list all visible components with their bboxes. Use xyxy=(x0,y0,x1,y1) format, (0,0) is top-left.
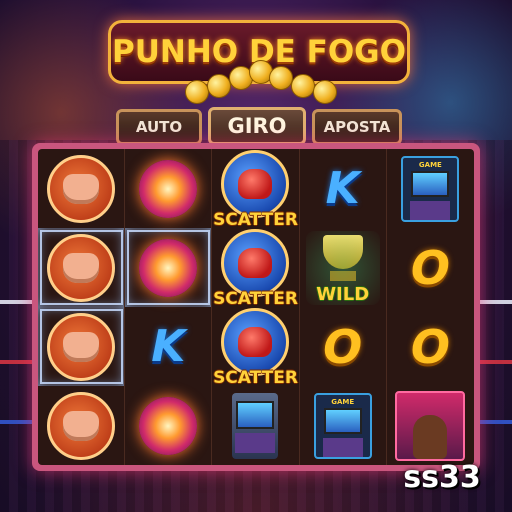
reel-cell xyxy=(125,149,213,228)
k-symbol: K xyxy=(151,321,186,372)
fire-orb-icon xyxy=(139,396,198,455)
reel-cell: SCATTER xyxy=(212,307,300,388)
reel-cell: O xyxy=(387,307,474,386)
fist-icon xyxy=(47,154,116,223)
wild-label: WILD xyxy=(316,283,370,305)
boxing-glove-icon xyxy=(221,149,290,218)
fist-icon xyxy=(47,312,116,381)
reel-cell: SCATTER xyxy=(212,149,300,230)
reel-cell xyxy=(125,386,213,465)
reel-cell: K xyxy=(300,149,387,228)
reel-grid: SCATTER K GAME SCATTER WILD O K SCATTER O O GAME xyxy=(38,149,474,465)
o-symbol: O xyxy=(410,319,450,374)
scatter-symbol: SCATTER xyxy=(213,228,298,309)
boxer-portrait-icon xyxy=(395,390,466,461)
reel-cell xyxy=(38,149,126,228)
scatter-symbol: SCATTER xyxy=(213,307,298,388)
reel-cell: SCATTER xyxy=(212,228,300,309)
reel-cell: GAME xyxy=(300,386,387,465)
auto-button[interactable]: AUTO xyxy=(116,109,202,145)
boxing-glove-icon xyxy=(221,307,290,376)
reel-cell xyxy=(38,228,126,307)
fist-icon xyxy=(47,233,116,302)
spin-button[interactable]: GIRO xyxy=(208,107,306,145)
fist-icon xyxy=(47,391,116,460)
reel-cell: GAME xyxy=(387,149,474,228)
fire-orb-icon xyxy=(139,159,198,218)
scatter-symbol: SCATTER xyxy=(213,149,298,230)
arcade-cabinet-icon: GAME xyxy=(401,155,460,222)
arcade-cabinet-icon xyxy=(232,392,279,459)
fire-orb-icon xyxy=(139,238,198,297)
reel-cell xyxy=(38,386,126,465)
scatter-label: SCATTER xyxy=(213,209,298,230)
scatter-label: SCATTER xyxy=(213,288,298,309)
reel-cell: O xyxy=(387,228,474,307)
arcade-label: GAME xyxy=(331,397,355,406)
o-symbol: O xyxy=(410,240,450,295)
wild-symbol: WILD xyxy=(305,230,380,305)
arcade-cabinet-icon: GAME xyxy=(313,392,372,459)
o-symbol: O xyxy=(323,319,363,374)
reel-cell: O xyxy=(300,307,387,386)
arcade-label: GAME xyxy=(418,160,442,169)
reel-cell: K xyxy=(125,307,213,386)
bet-button[interactable]: APOSTA xyxy=(312,109,402,145)
reel-cell xyxy=(38,307,126,386)
coin-pile-icon xyxy=(175,60,345,106)
brand-logo: ss33 xyxy=(403,459,481,495)
reel-cell xyxy=(125,228,213,307)
reel-cell: WILD xyxy=(300,228,387,307)
boxing-glove-icon xyxy=(221,228,290,297)
scatter-label: SCATTER xyxy=(213,367,298,388)
reel-cell xyxy=(387,386,474,465)
k-symbol: K xyxy=(325,163,360,214)
reel-cell xyxy=(212,386,300,465)
